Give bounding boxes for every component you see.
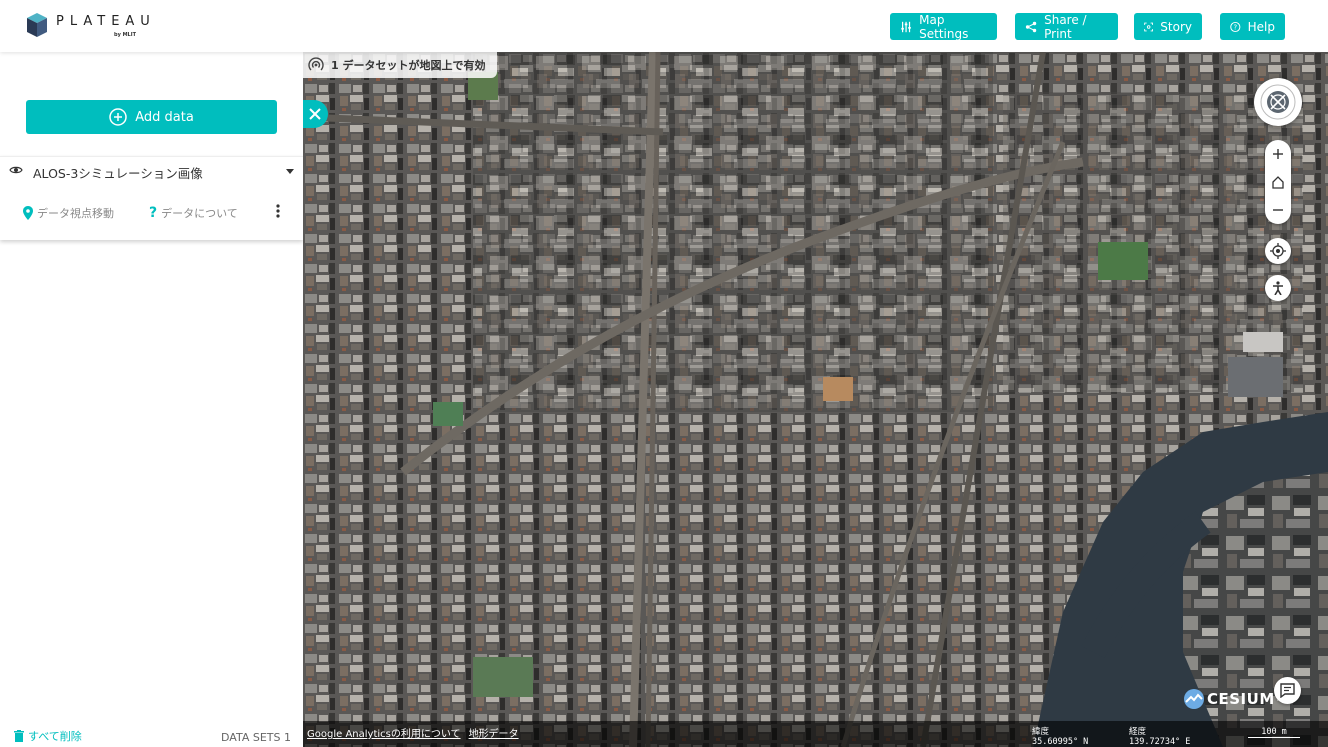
broadcast-icon — [308, 57, 324, 71]
active-datasets-text: 1 データセットが地図上で有効 — [331, 59, 486, 72]
terrain-data-link[interactable]: 地形データ — [469, 725, 519, 740]
chevron-down-icon[interactable] — [286, 169, 294, 174]
share-icon — [1025, 21, 1037, 32]
trash-icon — [14, 730, 24, 742]
map-status-bar: Google Analyticsの利用について 地形データ 緯度 35.6099… — [303, 721, 1328, 747]
app-header: PLATEAU by MLIT Map Settings Share / Pri… — [0, 0, 1328, 52]
data-about-label: データについて — [161, 207, 238, 220]
compass-icon — [1260, 84, 1296, 120]
question-icon: ? — [149, 205, 158, 221]
help-icon: ? — [1230, 21, 1241, 32]
dataset-item: ALOS-3シミュレーション画像 データ視点移動 ? データについて — [0, 156, 303, 240]
plateau-logo-icon — [27, 13, 47, 37]
dataset-title[interactable]: ALOS-3シミュレーション画像 — [33, 163, 203, 182]
data-about-button[interactable]: ? データについて — [149, 205, 238, 221]
longitude-readout: 経度 139.72734° E — [1129, 727, 1190, 747]
eye-icon[interactable] — [9, 165, 23, 175]
help-button[interactable]: ? Help — [1220, 13, 1285, 40]
locate-icon — [1270, 243, 1286, 259]
locate-button[interactable] — [1265, 238, 1291, 264]
home-icon — [1272, 176, 1284, 189]
latitude-label: 緯度 — [1032, 727, 1050, 737]
logo-subtext: by MLIT — [114, 32, 137, 38]
zoom-in-button[interactable] — [1265, 140, 1291, 168]
zoom-out-icon — [1273, 209, 1283, 211]
feedback-button[interactable] — [1274, 677, 1301, 704]
zoom-out-button[interactable] — [1265, 196, 1291, 224]
share-print-label: Share / Print — [1044, 12, 1087, 41]
pedestrian-mode-button[interactable] — [1265, 275, 1291, 301]
zoom-controls — [1265, 140, 1291, 224]
data-view-move-label: データ視点移動 — [37, 207, 114, 220]
plus-circle-icon — [109, 108, 127, 126]
help-label: Help — [1247, 19, 1275, 34]
close-icon — [309, 108, 321, 120]
delete-all-button[interactable]: すべて削除 — [14, 728, 82, 744]
data-view-move-button[interactable]: データ視点移動 — [23, 205, 114, 221]
bottom-links: Google Analyticsの利用について 地形データ — [307, 725, 519, 740]
compass-control[interactable] — [1254, 78, 1302, 126]
story-icon — [1144, 22, 1154, 31]
more-vertical-icon[interactable] — [274, 203, 282, 219]
add-data-button[interactable]: Add data — [26, 100, 277, 134]
delete-all-label: すべて削除 — [28, 730, 82, 743]
logo-text: PLATEAU — [56, 14, 156, 29]
map-viewport[interactable]: 1 データセットが地図上で有効 CESIUM ION — [303, 52, 1328, 747]
cesium-logo-icon — [1184, 689, 1204, 709]
home-button[interactable] — [1265, 168, 1291, 196]
story-button[interactable]: Story — [1134, 13, 1202, 40]
latitude-value: 35.60995° N — [1032, 737, 1089, 747]
cesium-text: CESIUM — [1207, 690, 1275, 708]
active-datasets-notice: 1 データセットが地図上で有効 — [303, 52, 498, 78]
zoom-in-icon — [1273, 149, 1283, 159]
feedback-icon — [1280, 683, 1295, 698]
pin-icon — [23, 206, 33, 220]
add-data-label: Add data — [135, 109, 194, 125]
longitude-label: 経度 — [1129, 727, 1147, 737]
longitude-value: 139.72734° E — [1129, 737, 1191, 747]
story-label: Story — [1160, 19, 1192, 34]
pedestrian-icon — [1273, 281, 1283, 295]
scale-bar: 100 m — [1248, 727, 1300, 738]
sliders-icon — [901, 21, 911, 32]
map-settings-label: Map Settings — [919, 12, 969, 41]
analytics-link[interactable]: Google Analyticsの利用について — [307, 725, 461, 740]
latitude-readout: 緯度 35.60995° N — [1032, 727, 1088, 747]
map-settings-button[interactable]: Map Settings — [890, 12, 997, 41]
workbench-sidebar: Add data ALOS-3シミュレーション画像 データ視点移動 ? データに… — [0, 52, 303, 747]
satellite-imagery — [303, 52, 1328, 747]
plateau-logo[interactable]: PLATEAU by MLIT — [26, 12, 176, 42]
svg-text:?: ? — [1234, 23, 1238, 31]
data-sets-count: DATA SETS 1 — [221, 731, 291, 744]
share-print-button[interactable]: Share / Print — [1015, 12, 1118, 41]
